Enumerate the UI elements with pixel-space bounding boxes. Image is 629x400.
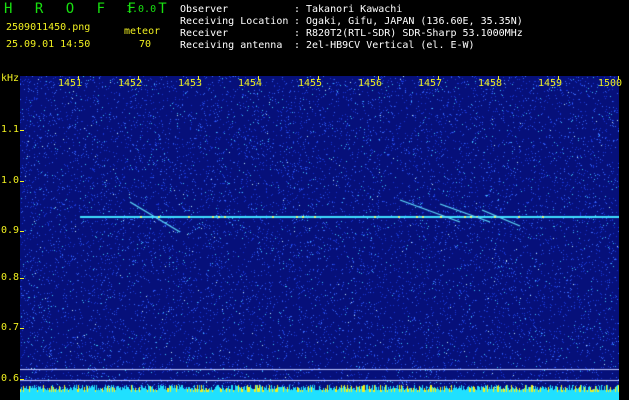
- x-tick-mark: [198, 76, 199, 80]
- x-tick-mark: [258, 76, 259, 80]
- file-name: 2509011450.png: [6, 22, 91, 33]
- info-row-receiver: Receiver: R820T2(RTL-SDR) SDR-Sharp 53.10…: [180, 28, 523, 39]
- x-tick-mark: [558, 76, 559, 80]
- x-tick-mark: [438, 76, 439, 80]
- info-row-location: Receiving Location: Ogaki, Gifu, JAPAN (1…: [180, 16, 523, 27]
- spectrogram-plot: [20, 76, 619, 400]
- x-tick-mark: [498, 76, 499, 80]
- y-tick-mark: [20, 181, 24, 182]
- y-tick-label: 0.9: [1, 225, 20, 236]
- header-panel: H R O F F T 1.0.0 2509011450.png 25.09.0…: [0, 0, 629, 70]
- y-axis-unit: kHz: [1, 73, 20, 84]
- y-tick-label: 0.6: [1, 373, 20, 384]
- y-tick-mark: [20, 231, 24, 232]
- y-tick-label: 0.7: [1, 322, 20, 333]
- y-tick-mark: [20, 278, 24, 279]
- station-info: Observer: Takanori Kawachi Receiving Loca…: [180, 4, 523, 52]
- x-tick-mark: [378, 76, 379, 80]
- y-tick-mark: [20, 379, 24, 380]
- info-row-observer: Observer: Takanori Kawachi: [180, 4, 403, 15]
- x-tick-mark: [318, 76, 319, 80]
- x-tick-mark: [138, 76, 139, 80]
- meteor-count: 70: [139, 39, 152, 50]
- y-tick-mark: [20, 130, 24, 131]
- date-time: 25.09.01 14:50: [6, 39, 91, 50]
- meteor-label: meteor: [124, 26, 161, 37]
- x-tick-mark: [78, 76, 79, 80]
- info-row-antenna: Receiving antenna:2el-HB9CV Vertical (el…: [180, 40, 475, 51]
- y-tick-mark: [20, 328, 24, 329]
- y-tick-label: 0.8: [1, 272, 20, 283]
- y-tick-label: 1.1: [1, 124, 20, 135]
- app-version: 1.0.0: [126, 4, 157, 15]
- y-tick-label: 1.0: [1, 175, 20, 186]
- x-tick-mark: [618, 76, 619, 80]
